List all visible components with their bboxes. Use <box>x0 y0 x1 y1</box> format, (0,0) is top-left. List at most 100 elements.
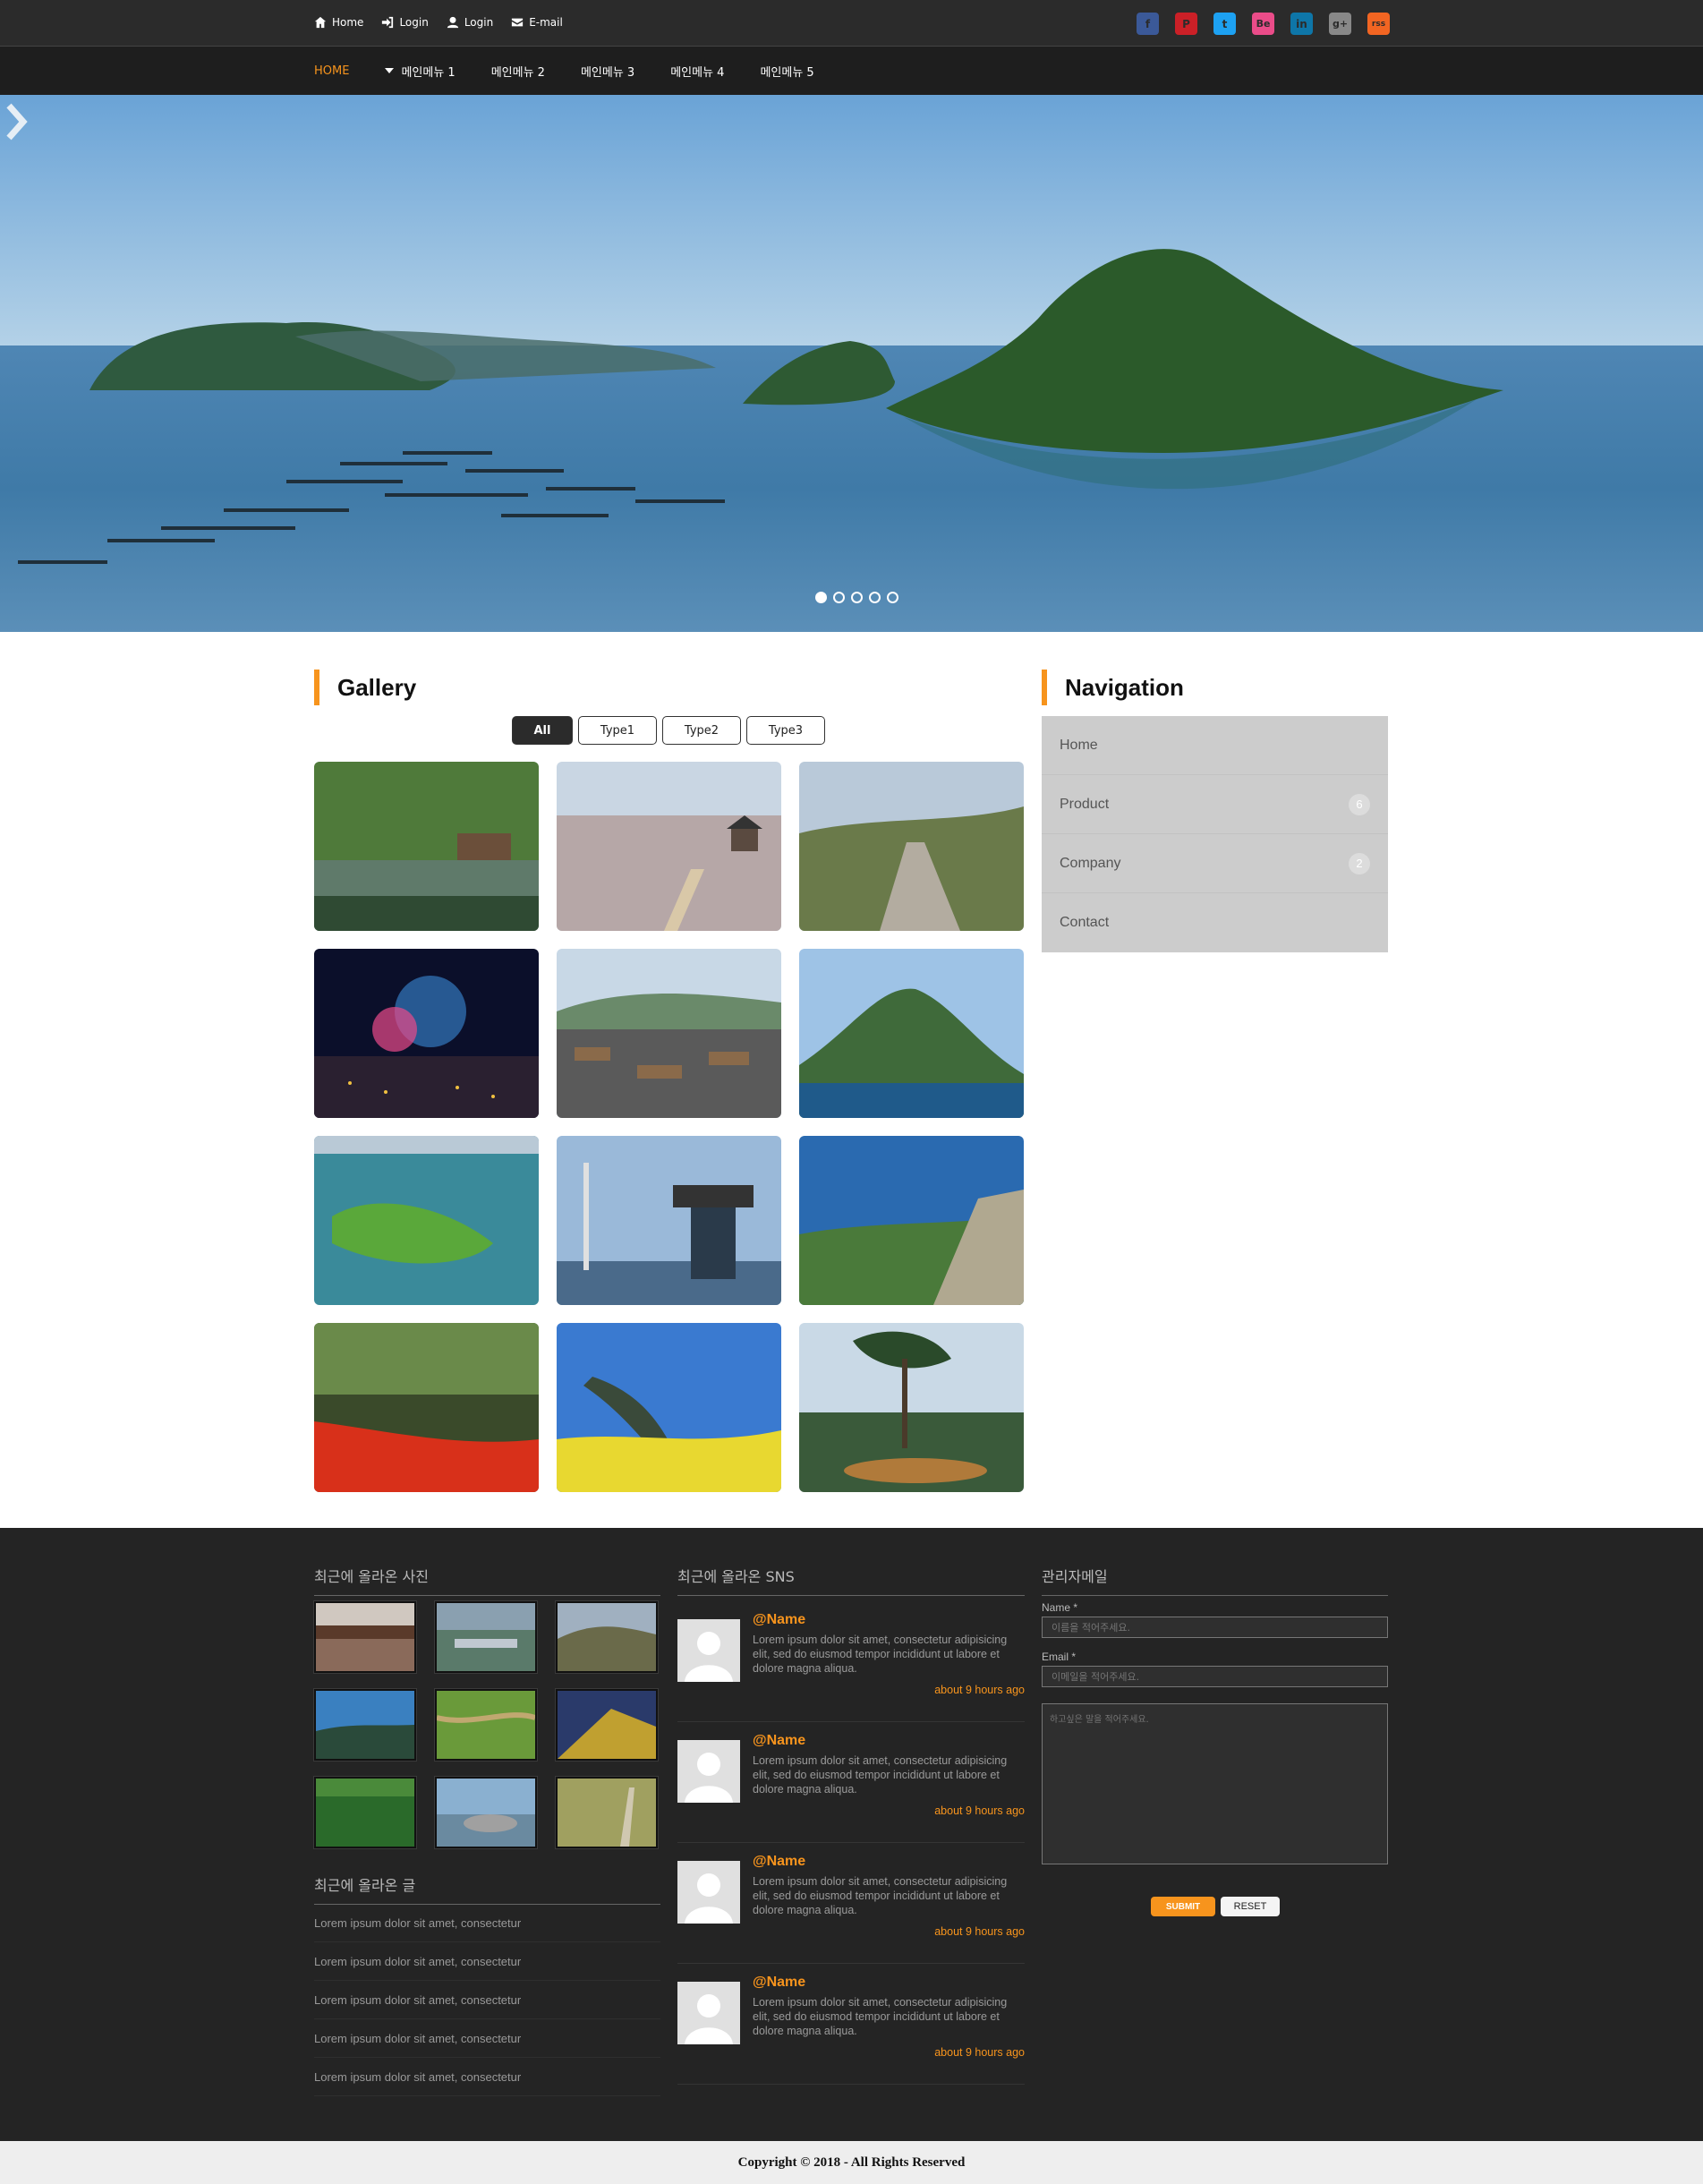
gallery-title: Gallery <box>337 673 417 701</box>
sns-username[interactable]: @Name <box>753 1612 805 1628</box>
sns-timestamp: about 9 hours ago <box>934 1804 1025 1817</box>
gallery-image-stone-path[interactable] <box>799 762 1024 931</box>
recent-post-link[interactable]: Lorem ipsum dolor sit amet, consectetur <box>314 1981 660 2019</box>
sns-username[interactable]: @Name <box>753 1854 805 1870</box>
pinterest-glyph: P <box>1182 17 1190 30</box>
form-buttons: SUBMIT RESET <box>1151 1897 1280 1916</box>
recent-photo-thumb[interactable] <box>435 1689 537 1761</box>
gallery-image-bridge-tower[interactable] <box>557 1136 781 1305</box>
sns-timestamp: about 9 hours ago <box>934 2046 1025 2059</box>
recent-post-link[interactable]: Lorem ipsum dolor sit amet, consectetur <box>314 1904 660 1942</box>
filter-type2-button[interactable]: Type2 <box>662 716 741 745</box>
gallery-image-night-fireworks[interactable] <box>314 949 539 1118</box>
top-link-label: E-mail <box>529 16 563 29</box>
top-link-label: Home <box>332 16 364 29</box>
gallery-image-blossom-pavilion[interactable] <box>557 762 781 931</box>
nav-item-label: Product <box>1060 796 1110 812</box>
sns-timestamp: about 9 hours ago <box>934 1925 1025 1938</box>
pinterest-icon[interactable]: P <box>1175 13 1197 35</box>
recent-post-link[interactable]: Lorem ipsum dolor sit amet, consectetur <box>314 1942 660 1981</box>
filter-type1-button[interactable]: Type1 <box>578 716 657 745</box>
slider-dot[interactable] <box>887 592 898 603</box>
slider-dot[interactable] <box>851 592 863 603</box>
name-field[interactable] <box>1042 1617 1388 1638</box>
sns-username[interactable]: @Name <box>753 1975 805 1991</box>
slider-dot[interactable] <box>833 592 845 603</box>
google-plus-icon[interactable]: g+ <box>1329 13 1351 35</box>
sign-in-icon <box>382 16 394 29</box>
gallery-image-yellow-flowers[interactable] <box>557 1323 781 1492</box>
recent-photo-thumb[interactable] <box>556 1777 658 1848</box>
top-link-login[interactable]: Login <box>381 16 429 29</box>
sns-item: @Name Lorem ipsum dolor sit amet, consec… <box>677 1964 1025 2085</box>
recent-post-link[interactable]: Lorem ipsum dolor sit amet, consectetur <box>314 2019 660 2058</box>
gallery-image-village-rooftops[interactable] <box>557 949 781 1118</box>
sns-item: @Name Lorem ipsum dolor sit amet, consec… <box>677 1722 1025 1843</box>
top-link-login-user[interactable]: Login <box>447 16 493 29</box>
nav-item-company[interactable]: Company 2 <box>1042 834 1388 893</box>
navigation-list: Home Product 6 Company 2 Contact <box>1042 716 1388 952</box>
menu-item-1[interactable]: 메인메뉴 1 <box>385 63 456 80</box>
email-label: Email * <box>1042 1651 1077 1663</box>
envelope-icon <box>512 18 524 27</box>
slider-dot[interactable] <box>815 592 827 603</box>
count-badge: 2 <box>1349 852 1370 874</box>
menu-item-label: 메인메뉴 4 <box>670 65 725 80</box>
recent-photo-thumb[interactable] <box>314 1689 416 1761</box>
recent-photo-thumb[interactable] <box>314 1777 416 1848</box>
main-menu: HOME 메인메뉴 1 메인메뉴 2 메인메뉴 3 메인메뉴 4 메인메뉴 5 <box>314 47 814 95</box>
email-field[interactable] <box>1042 1666 1388 1687</box>
recent-photo-thumb[interactable] <box>314 1601 416 1673</box>
filter-type3-button[interactable]: Type3 <box>746 716 825 745</box>
nav-item-contact[interactable]: Contact <box>1042 893 1388 952</box>
facebook-icon[interactable]: f <box>1137 13 1159 35</box>
gallery-image-rocky-island[interactable] <box>799 949 1024 1118</box>
submit-button[interactable]: SUBMIT <box>1151 1897 1215 1916</box>
recent-photo-thumb[interactable] <box>435 1601 537 1673</box>
gallery-image-mountain-rock[interactable] <box>799 1136 1024 1305</box>
menu-item-label: 메인메뉴 1 <box>401 65 456 80</box>
reset-button[interactable]: RESET <box>1221 1897 1280 1916</box>
gallery-heading: Gallery <box>314 670 416 705</box>
menu-item-label: 메인메뉴 2 <box>490 65 545 80</box>
filter-label: All <box>533 723 551 738</box>
recent-sns-list: @Name Lorem ipsum dolor sit amet, consec… <box>677 1601 1025 2085</box>
recent-sns-title: 최근에 올라온 SNS <box>677 1565 1025 1596</box>
top-link-label: Login <box>464 16 494 29</box>
sns-username[interactable]: @Name <box>753 1733 805 1749</box>
nav-item-label: Company <box>1060 855 1121 871</box>
filter-all-button[interactable]: All <box>512 716 573 745</box>
gallery-image-tree-statue[interactable] <box>799 1323 1024 1492</box>
rss-icon[interactable]: rss <box>1367 13 1390 35</box>
menu-item-home[interactable]: HOME <box>314 64 349 78</box>
behance-icon[interactable]: Be <box>1252 13 1274 35</box>
nav-item-home[interactable]: Home <box>1042 716 1388 775</box>
sns-item: @Name Lorem ipsum dolor sit amet, consec… <box>677 1601 1025 1722</box>
rss-glyph: rss <box>1371 19 1386 29</box>
slider-next-arrow-icon[interactable] <box>0 95 36 149</box>
top-link-home[interactable]: Home <box>314 16 363 29</box>
recent-post-link[interactable]: Lorem ipsum dolor sit amet, consectetur <box>314 2058 660 2096</box>
nav-item-product[interactable]: Product 6 <box>1042 775 1388 834</box>
top-link-email[interactable]: E-mail <box>511 16 563 29</box>
recent-photo-thumb[interactable] <box>556 1601 658 1673</box>
menu-item-3[interactable]: 메인메뉴 3 <box>581 63 634 80</box>
menu-item-5[interactable]: 메인메뉴 5 <box>760 63 813 80</box>
linkedin-icon[interactable]: in <box>1290 13 1313 35</box>
heading-accent-bar <box>1042 670 1047 705</box>
recent-photo-thumb[interactable] <box>556 1689 658 1761</box>
gallery-image-garden-pond[interactable] <box>314 762 539 931</box>
gallery-image-red-flowers[interactable] <box>314 1323 539 1492</box>
avatar <box>677 1740 740 1803</box>
message-field[interactable] <box>1042 1703 1388 1864</box>
gallery-image-aerial-island[interactable] <box>314 1136 539 1305</box>
recent-photo-thumb[interactable] <box>435 1777 537 1848</box>
slider-dot[interactable] <box>869 592 881 603</box>
gallery-filters: All Type1 Type2 Type3 <box>512 716 825 745</box>
menu-item-2[interactable]: 메인메뉴 2 <box>491 63 545 80</box>
twitter-icon[interactable]: t <box>1213 13 1236 35</box>
menu-item-4[interactable]: 메인메뉴 4 <box>670 63 724 80</box>
count-badge: 6 <box>1349 793 1370 815</box>
top-links: Home Login Login E-mail <box>314 16 563 29</box>
behance-glyph: Be <box>1256 18 1271 30</box>
